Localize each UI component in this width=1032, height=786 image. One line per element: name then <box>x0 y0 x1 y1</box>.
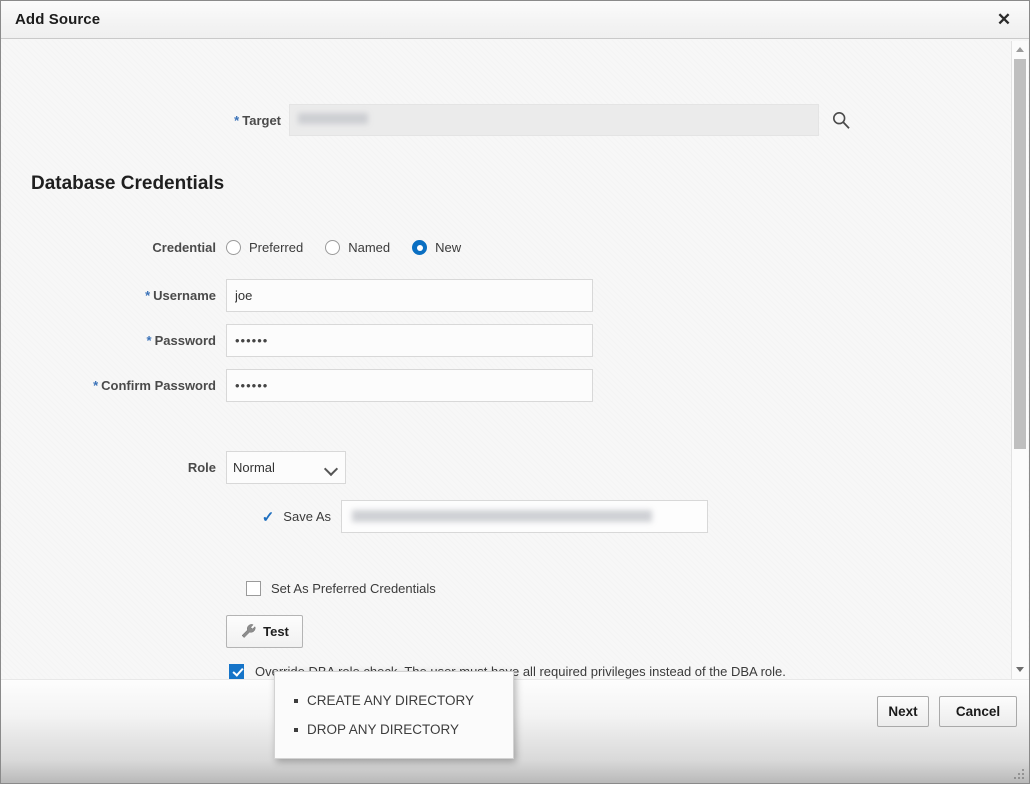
dialog-title: Add Source <box>15 11 101 28</box>
radio-icon-named[interactable] <box>325 240 341 255</box>
test-button[interactable]: Test <box>226 615 303 648</box>
confirm-password-required-mark: * <box>93 378 99 393</box>
radio-option-new[interactable]: New <box>412 240 461 255</box>
password-label: * Password <box>1 333 226 348</box>
target-label: * Target <box>1 113 289 128</box>
add-source-dialog: Add Source ✕ * Target Database Credential… <box>0 0 1030 784</box>
username-label-text: Username <box>153 288 216 303</box>
radio-icon-preferred[interactable] <box>226 240 241 255</box>
missing-privileges-popup: CREATE ANY DIRECTORY DROP ANY DIRECTORY <box>274 671 514 759</box>
confirm-password-label: * Confirm Password <box>1 378 226 393</box>
role-select[interactable]: Normal <box>226 451 346 484</box>
next-button[interactable]: Next <box>877 696 929 727</box>
dialog-content: * Target Database Credentials Credential … <box>1 40 1029 680</box>
radio-icon-new[interactable] <box>412 240 428 255</box>
target-label-text: Target <box>242 112 281 128</box>
scrollbar-thumb[interactable] <box>1014 59 1026 449</box>
target-redacted-value <box>298 113 368 124</box>
radio-option-preferred[interactable]: Preferred <box>226 240 303 255</box>
credential-row: Credential Preferred Named New <box>1 240 483 255</box>
save-as-redacted-value <box>352 510 652 522</box>
target-row: * Target <box>1 104 861 136</box>
confirm-password-label-text: Confirm Password <box>101 378 216 393</box>
wrench-icon <box>241 624 256 638</box>
search-icon[interactable] <box>831 110 851 130</box>
radio-label-named: Named <box>348 240 391 255</box>
vertical-scrollbar[interactable] <box>1011 41 1028 679</box>
list-item: DROP ANY DIRECTORY <box>294 715 513 744</box>
confirm-password-input[interactable]: •••••• <box>226 369 593 402</box>
test-button-label: Test <box>263 624 289 639</box>
set-preferred-checkbox[interactable] <box>246 581 261 596</box>
credential-radio-group: Preferred Named New <box>226 240 483 255</box>
credential-label: Credential <box>152 240 216 255</box>
list-item: CREATE ANY DIRECTORY <box>294 686 513 715</box>
role-select-wrap: Normal <box>226 451 346 484</box>
role-row: Role Normal <box>1 451 346 484</box>
save-as-row: ✓ Save As <box>1 500 708 533</box>
target-required-mark: * <box>234 112 240 128</box>
dialog-titlebar: Add Source ✕ <box>1 1 1029 39</box>
save-as-label-box[interactable]: ✓ Save As <box>1 508 341 526</box>
scroll-up-arrow-icon[interactable] <box>1012 42 1028 58</box>
cancel-button[interactable]: Cancel <box>939 696 1017 727</box>
password-input[interactable]: •••••• <box>226 324 593 357</box>
check-icon[interactable]: ✓ <box>262 508 275 526</box>
password-label-text: Password <box>154 333 216 348</box>
username-row: * Username <box>1 279 593 312</box>
save-as-input[interactable] <box>341 500 708 533</box>
scroll-down-arrow-icon[interactable] <box>1012 662 1028 678</box>
role-label: Role <box>187 460 216 475</box>
override-dba-checkbox[interactable] <box>229 664 244 679</box>
set-preferred-label: Set As Preferred Credentials <box>271 581 436 596</box>
section-heading: Database Credentials <box>31 173 225 194</box>
username-label: * Username <box>1 288 226 303</box>
target-input[interactable] <box>289 104 819 136</box>
radio-label-preferred: Preferred <box>249 240 304 255</box>
confirm-password-row: * Confirm Password •••••• <box>1 369 593 402</box>
close-icon[interactable]: ✕ <box>993 10 1015 32</box>
save-as-label: Save As <box>283 509 331 524</box>
resize-grip-icon[interactable] <box>1011 766 1024 779</box>
username-required-mark: * <box>145 288 151 303</box>
dialog-footer: Next Cancel <box>1 679 1029 783</box>
confirm-password-value: •••••• <box>235 378 269 393</box>
password-required-mark: * <box>146 333 152 348</box>
set-preferred-row[interactable]: Set As Preferred Credentials <box>246 581 436 596</box>
password-value: •••••• <box>235 333 269 348</box>
username-input[interactable] <box>226 279 593 312</box>
privileges-list: CREATE ANY DIRECTORY DROP ANY DIRECTORY <box>275 686 513 744</box>
password-row: * Password •••••• <box>1 324 593 357</box>
radio-option-named[interactable]: Named <box>325 240 390 255</box>
radio-label-new: New <box>435 240 462 255</box>
